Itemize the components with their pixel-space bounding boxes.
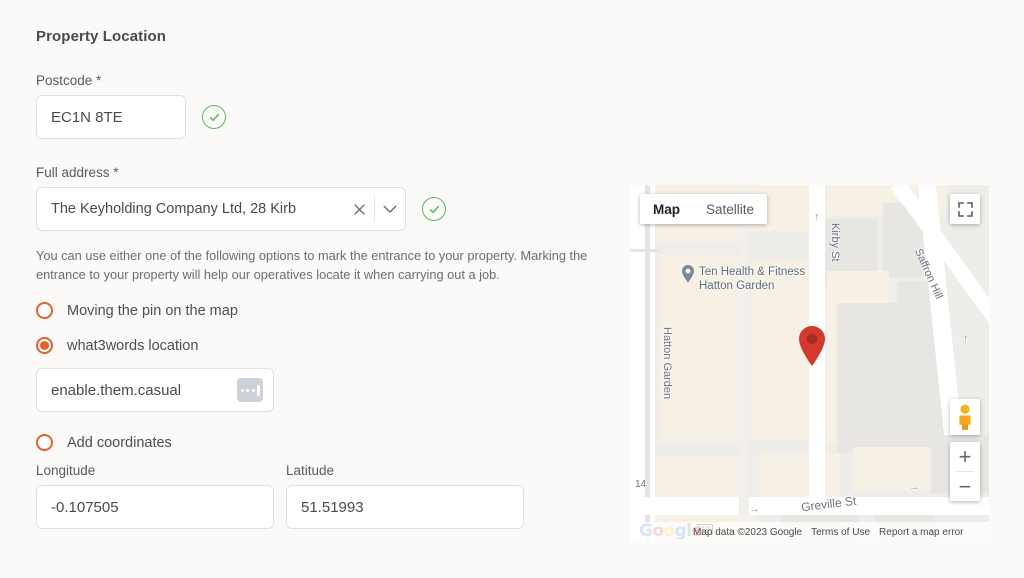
direction-arrow-icon: →: [909, 481, 920, 493]
map-marker-icon[interactable]: [797, 325, 827, 372]
property-location-form: Property Location Postcode * EC1N 8TE Fu…: [36, 28, 616, 530]
direction-arrow-icon: ↑: [963, 333, 969, 345]
google-map[interactable]: Hatton Garden Kirby St Saffron Hill Grev…: [631, 185, 989, 543]
coordinates-group: Longitude -0.107505 Latitude 51.51993: [36, 463, 616, 530]
latitude-field-group: Latitude 51.51993: [286, 463, 524, 530]
helper-text: You can use either one of the following …: [36, 248, 588, 282]
option-what3words[interactable]: what3words location: [36, 337, 616, 355]
fullscreen-icon[interactable]: [950, 194, 980, 224]
address-select[interactable]: The Keyholding Company Ltd, 28 Kirb: [36, 187, 406, 231]
map-attribution-bar: Map data ©2023 Google Terms of Use Repor…: [631, 522, 989, 543]
postcode-input[interactable]: EC1N 8TE: [36, 95, 186, 139]
poi-label: Ten Health & Fitness Hatton Garden: [699, 266, 806, 293]
what3words-value: enable.them.casual: [51, 381, 182, 399]
latitude-input[interactable]: 51.51993: [286, 485, 524, 530]
longitude-input[interactable]: -0.107505: [36, 485, 274, 530]
what3words-input[interactable]: enable.them.casual: [36, 368, 274, 413]
address-value: The Keyholding Company Ltd, 28 Kirb: [51, 201, 297, 217]
page-title: Property Location: [36, 28, 167, 45]
check-circle-icon: [202, 105, 226, 129]
postcode-field-group: Postcode * EC1N 8TE: [36, 73, 616, 139]
what3words-field-group: enable.them.casual: [36, 368, 616, 413]
option-label: Moving the pin on the map: [67, 302, 238, 319]
direction-arrow-icon: →: [749, 503, 760, 515]
street-label-hatton-garden: Hatton Garden: [661, 327, 673, 400]
longitude-field-group: Longitude -0.107505: [36, 463, 274, 530]
option-label: Add coordinates: [67, 434, 172, 451]
map-type-map[interactable]: Map: [640, 194, 693, 224]
report-map-error-link[interactable]: Report a map error: [879, 527, 963, 538]
property-location-page: Property Location Postcode * EC1N 8TE Fu…: [0, 0, 1024, 578]
close-icon[interactable]: [344, 203, 374, 216]
building-number-label: 14: [635, 479, 647, 490]
zoom-in-button[interactable]: +: [950, 442, 980, 471]
poi-marker-icon: [682, 265, 694, 283]
zoom-out-button[interactable]: −: [950, 472, 980, 501]
map-data-attribution: Map data ©2023 Google: [693, 527, 803, 538]
what3words-icon: [237, 378, 263, 403]
address-label: Full address *: [36, 165, 119, 180]
radio-button[interactable]: [36, 434, 53, 452]
latitude-label: Latitude: [286, 463, 335, 479]
map-type-satellite[interactable]: Satellite: [693, 194, 767, 224]
address-row: The Keyholding Company Ltd, 28 Kirb: [36, 187, 616, 231]
check-circle-icon: [422, 197, 446, 221]
direction-arrow-icon: ↑: [814, 211, 820, 223]
option-move-pin[interactable]: Moving the pin on the map: [36, 302, 616, 320]
postcode-label: Postcode *: [36, 73, 102, 88]
street-label-kirby-st: Kirby St: [829, 223, 841, 262]
terms-of-use-link[interactable]: Terms of Use: [811, 527, 870, 538]
radio-button[interactable]: [36, 337, 53, 355]
address-field-group: Full address * The Keyholding Company Lt…: [36, 165, 616, 231]
option-add-coordinates[interactable]: Add coordinates: [36, 434, 616, 452]
poi-ten-health-fitness[interactable]: Ten Health & Fitness Hatton Garden: [681, 265, 805, 294]
radio-button[interactable]: [36, 302, 53, 320]
street-view-pegman-icon[interactable]: [950, 399, 980, 435]
longitude-label: Longitude: [36, 463, 96, 479]
zoom-control[interactable]: + −: [950, 442, 980, 501]
option-label: what3words location: [67, 337, 199, 354]
chevron-down-icon[interactable]: [375, 205, 405, 214]
postcode-row: EC1N 8TE: [36, 95, 616, 139]
map-type-control[interactable]: Map Satellite: [640, 194, 768, 224]
